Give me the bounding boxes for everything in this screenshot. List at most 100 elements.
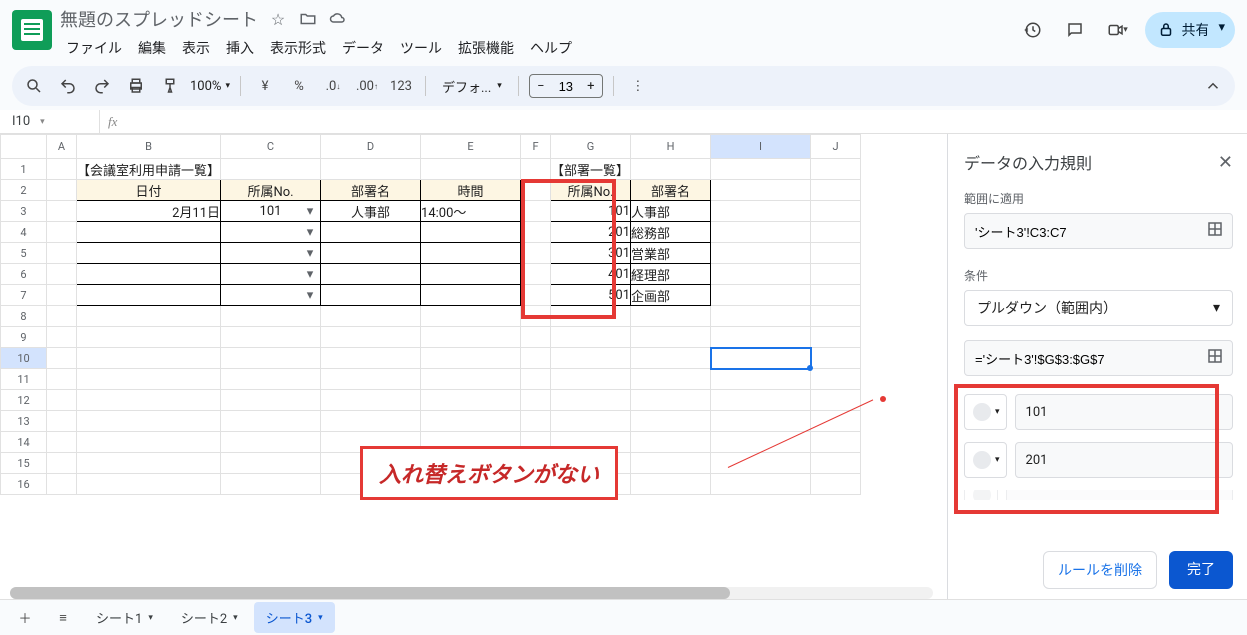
rowhdr-10[interactable]: 10 [1,348,47,369]
add-sheet-button[interactable]: ＋ [8,603,42,633]
menu-view[interactable]: 表示 [176,34,216,62]
menu-help[interactable]: ヘルプ [524,34,578,62]
move-folder-icon[interactable] [298,9,318,29]
sheet-tab-1[interactable]: シート1▾ [84,602,165,633]
cell-B1[interactable]: 【会議室利用申請一覧】 [77,159,221,180]
menu-edit[interactable]: 編集 [132,34,172,62]
cloud-status-icon[interactable] [328,9,348,29]
done-button[interactable]: 完了 [1169,551,1233,589]
menu-tools[interactable]: ツール [394,34,448,62]
size-minus[interactable]: − [530,79,552,94]
search-icon[interactable] [20,72,48,100]
meet-icon[interactable]: ▾ [1103,16,1131,44]
rowhdr-1[interactable]: 1 [1,159,47,180]
cell-E2[interactable]: 時間 [421,180,521,201]
cell-C7[interactable]: ▾ [221,285,321,306]
cell-E7[interactable] [421,285,521,306]
sheet-tab-3[interactable]: シート3▾ [254,602,335,633]
colhdr-C[interactable]: C [221,135,321,159]
rowhdr-7[interactable]: 7 [1,285,47,306]
sheet-tab-2[interactable]: シート2▾ [169,602,250,633]
all-sheets-button[interactable]: ≡ [46,603,80,633]
doc-title[interactable]: 無題のスプレッドシート [60,6,258,32]
colhdr-F[interactable]: F [521,135,551,159]
formula-field[interactable] [964,340,1233,376]
option-value-2[interactable]: 201 [1015,442,1233,478]
formula-range-input[interactable] [973,350,1206,367]
menu-extensions[interactable]: 拡張機能 [452,34,520,62]
cell-D4[interactable] [321,222,421,243]
cell-G5[interactable]: 301 [551,243,631,264]
cell-D3[interactable]: 人事部 [321,201,421,222]
dropdown-icon[interactable]: ▾ [303,204,317,218]
grid-select-icon[interactable] [1206,220,1224,242]
colhdr-J[interactable]: J [811,135,861,159]
dropdown-icon[interactable]: ▾ [303,288,317,302]
close-icon[interactable]: ✕ [1218,152,1233,173]
rowhdr-6[interactable]: 6 [1,264,47,285]
cell-D5[interactable] [321,243,421,264]
grid-select-icon[interactable] [1206,347,1224,369]
paint-format-icon[interactable] [156,72,184,100]
horizontal-scrollbar[interactable] [10,587,933,599]
colhdr-G[interactable]: G [551,135,631,159]
dropdown-icon[interactable]: ▾ [303,267,317,281]
cell-G3[interactable]: 101 [551,201,631,222]
cell-C6[interactable]: ▾ [221,264,321,285]
redo-icon[interactable] [88,72,116,100]
cell-H2[interactable]: 部署名 [631,180,711,201]
share-dropdown[interactable]: ▾ [1208,12,1235,48]
cell-B7[interactable] [77,285,221,306]
zoom-select[interactable]: 100% ▾ [190,79,230,94]
cell-H7[interactable]: 企画部 [631,285,711,306]
cell-G4[interactable]: 201 [551,222,631,243]
menu-file[interactable]: ファイル [60,34,128,62]
cell-D7[interactable] [321,285,421,306]
cell-G1[interactable]: 【部署一覧】 [551,159,631,180]
rowhdr-3[interactable]: 3 [1,201,47,222]
font-select[interactable]: デフォ... ▾ [436,77,508,96]
cell-B4[interactable] [77,222,221,243]
cell-B6[interactable] [77,264,221,285]
cell-C4[interactable]: ▾ [221,222,321,243]
more-formats-icon[interactable]: 123 [387,72,415,100]
option-color-1[interactable]: ▾ [964,394,1007,430]
dropdown-icon[interactable]: ▾ [303,246,317,260]
colhdr-E[interactable]: E [421,135,521,159]
select-all-corner[interactable] [1,135,47,159]
cell-G2[interactable]: 所属No. [551,180,631,201]
cell-C5[interactable]: ▾ [221,243,321,264]
menu-format[interactable]: 表示形式 [264,34,332,62]
chevron-down-icon[interactable]: ▾ [318,613,323,623]
cell-G7[interactable]: 501 [551,285,631,306]
range-input[interactable] [973,223,1206,240]
cell-C3[interactable]: 101▾ [221,201,321,222]
condition-select[interactable]: プルダウン（範囲内） ▾ [964,290,1233,326]
print-icon[interactable] [122,72,150,100]
colhdr-I[interactable]: I [711,135,811,159]
cell-B3[interactable]: 2月11日 [77,201,221,222]
range-field[interactable] [964,213,1233,249]
cell-C2[interactable]: 所属No. [221,180,321,201]
rowhdr-12[interactable]: 12 [1,390,47,411]
history-icon[interactable] [1019,16,1047,44]
size-plus[interactable]: + [580,79,602,94]
menu-data[interactable]: データ [336,34,390,62]
dropdown-icon[interactable]: ▾ [303,225,317,239]
cell-H3[interactable]: 人事部 [631,201,711,222]
rowhdr-14[interactable]: 14 [1,432,47,453]
rowhdr-8[interactable]: 8 [1,306,47,327]
rowhdr-16[interactable]: 16 [1,474,47,495]
increase-decimal-icon[interactable]: .00↑ [353,72,381,100]
cell-H5[interactable]: 営業部 [631,243,711,264]
cell-B5[interactable] [77,243,221,264]
cell-E4[interactable] [421,222,521,243]
more-toolbar-icon[interactable]: ⋮ [624,72,652,100]
undo-icon[interactable] [54,72,82,100]
delete-rule-button[interactable]: ルールを削除 [1043,551,1157,589]
font-size-input[interactable] [552,78,580,95]
percent-icon[interactable]: % [285,72,313,100]
colhdr-D[interactable]: D [321,135,421,159]
decrease-decimal-icon[interactable]: .0↓ [319,72,347,100]
cell-I10[interactable] [711,348,811,369]
